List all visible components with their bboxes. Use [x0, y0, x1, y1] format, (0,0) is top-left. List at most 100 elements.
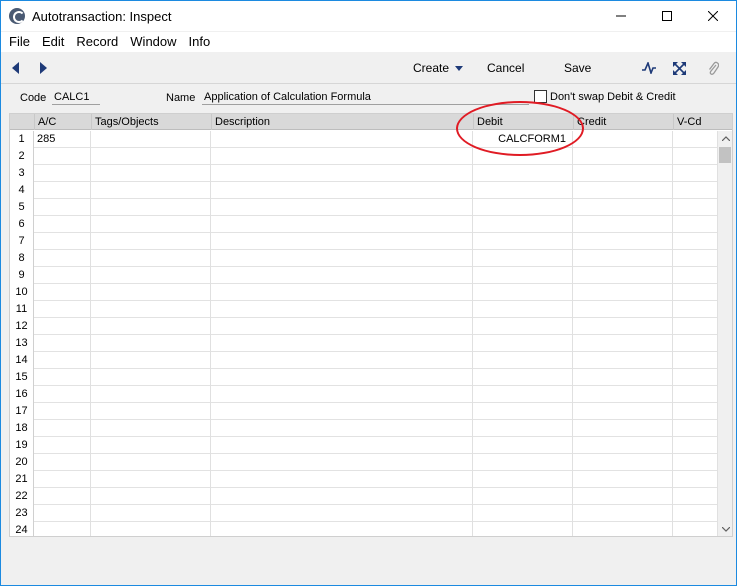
cell-ac[interactable]: [34, 437, 91, 454]
cell-description[interactable]: [211, 301, 473, 318]
cell-vcd[interactable]: [673, 301, 718, 318]
table-row[interactable]: 11: [10, 301, 718, 318]
cell-debit[interactable]: CALCFORM1: [473, 131, 573, 148]
cell-tags[interactable]: [91, 471, 211, 488]
cell-debit[interactable]: [473, 165, 573, 182]
cell-credit[interactable]: [573, 301, 673, 318]
cell-debit[interactable]: [473, 148, 573, 165]
cell-ac[interactable]: [34, 488, 91, 505]
table-row[interactable]: 17: [10, 403, 718, 420]
maximize-button[interactable]: [644, 1, 690, 31]
cell-ac[interactable]: [34, 148, 91, 165]
cell-tags[interactable]: [91, 148, 211, 165]
cell-credit[interactable]: [573, 284, 673, 301]
menu-file[interactable]: File: [3, 32, 36, 52]
table-row[interactable]: 10: [10, 284, 718, 301]
cell-description[interactable]: [211, 182, 473, 199]
cell-ac[interactable]: [34, 301, 91, 318]
code-field[interactable]: CALC1: [52, 90, 100, 105]
cell-tags[interactable]: [91, 505, 211, 522]
table-row[interactable]: 13: [10, 335, 718, 352]
cell-debit[interactable]: [473, 301, 573, 318]
cell-tags[interactable]: [91, 301, 211, 318]
cell-vcd[interactable]: [673, 522, 718, 536]
cell-tags[interactable]: [91, 522, 211, 536]
cell-credit[interactable]: [573, 420, 673, 437]
cell-tags[interactable]: [91, 386, 211, 403]
cell-vcd[interactable]: [673, 250, 718, 267]
cell-tags[interactable]: [91, 420, 211, 437]
table-row[interactable]: 12: [10, 318, 718, 335]
cell-debit[interactable]: [473, 216, 573, 233]
minimize-button[interactable]: [598, 1, 644, 31]
cell-vcd[interactable]: [673, 165, 718, 182]
cell-description[interactable]: [211, 131, 473, 148]
cell-tags[interactable]: [91, 284, 211, 301]
cell-ac[interactable]: [34, 471, 91, 488]
cell-debit[interactable]: [473, 199, 573, 216]
cell-ac[interactable]: [34, 199, 91, 216]
cell-debit[interactable]: [473, 454, 573, 471]
activity-button[interactable]: [641, 60, 657, 76]
cell-description[interactable]: [211, 471, 473, 488]
cell-debit[interactable]: [473, 318, 573, 335]
cell-credit[interactable]: [573, 454, 673, 471]
cell-ac[interactable]: [34, 522, 91, 536]
table-row[interactable]: 24: [10, 522, 718, 536]
cell-ac[interactable]: 285: [34, 131, 91, 148]
column-header-tags[interactable]: Tags/Objects: [91, 114, 211, 130]
cell-tags[interactable]: [91, 267, 211, 284]
cell-credit[interactable]: [573, 131, 673, 148]
cell-credit[interactable]: [573, 165, 673, 182]
expand-button[interactable]: [671, 60, 687, 76]
cell-description[interactable]: [211, 216, 473, 233]
cell-debit[interactable]: [473, 182, 573, 199]
cell-ac[interactable]: [34, 182, 91, 199]
cell-vcd[interactable]: [673, 471, 718, 488]
cell-credit[interactable]: [573, 488, 673, 505]
cell-vcd[interactable]: [673, 131, 718, 148]
cell-debit[interactable]: [473, 522, 573, 536]
cell-credit[interactable]: [573, 403, 673, 420]
cell-debit[interactable]: [473, 386, 573, 403]
cell-tags[interactable]: [91, 335, 211, 352]
cell-tags[interactable]: [91, 216, 211, 233]
name-field[interactable]: Application of Calculation Formula: [202, 90, 529, 105]
vertical-scrollbar[interactable]: [717, 131, 732, 536]
cell-tags[interactable]: [91, 318, 211, 335]
cell-description[interactable]: [211, 199, 473, 216]
cell-tags[interactable]: [91, 199, 211, 216]
cell-ac[interactable]: [34, 318, 91, 335]
cell-description[interactable]: [211, 454, 473, 471]
cell-ac[interactable]: [34, 233, 91, 250]
cell-debit[interactable]: [473, 352, 573, 369]
cell-vcd[interactable]: [673, 505, 718, 522]
cell-description[interactable]: [211, 522, 473, 536]
cell-tags[interactable]: [91, 437, 211, 454]
table-row[interactable]: 14: [10, 352, 718, 369]
cell-ac[interactable]: [34, 352, 91, 369]
table-row[interactable]: 15: [10, 369, 718, 386]
cell-vcd[interactable]: [673, 199, 718, 216]
cell-vcd[interactable]: [673, 284, 718, 301]
table-row[interactable]: 2: [10, 148, 718, 165]
cell-vcd[interactable]: [673, 386, 718, 403]
cell-ac[interactable]: [34, 454, 91, 471]
cell-ac[interactable]: [34, 250, 91, 267]
scroll-up-button[interactable]: [718, 131, 732, 145]
cell-debit[interactable]: [473, 403, 573, 420]
cell-tags[interactable]: [91, 352, 211, 369]
cell-credit[interactable]: [573, 233, 673, 250]
cell-tags[interactable]: [91, 250, 211, 267]
title-bar[interactable]: Autotransaction: Inspect: [1, 1, 736, 31]
cell-debit[interactable]: [473, 505, 573, 522]
cell-ac[interactable]: [34, 335, 91, 352]
cell-credit[interactable]: [573, 471, 673, 488]
cell-debit[interactable]: [473, 420, 573, 437]
cell-description[interactable]: [211, 233, 473, 250]
cell-debit[interactable]: [473, 284, 573, 301]
cell-credit[interactable]: [573, 267, 673, 284]
cell-vcd[interactable]: [673, 420, 718, 437]
cell-tags[interactable]: [91, 182, 211, 199]
cell-tags[interactable]: [91, 131, 211, 148]
